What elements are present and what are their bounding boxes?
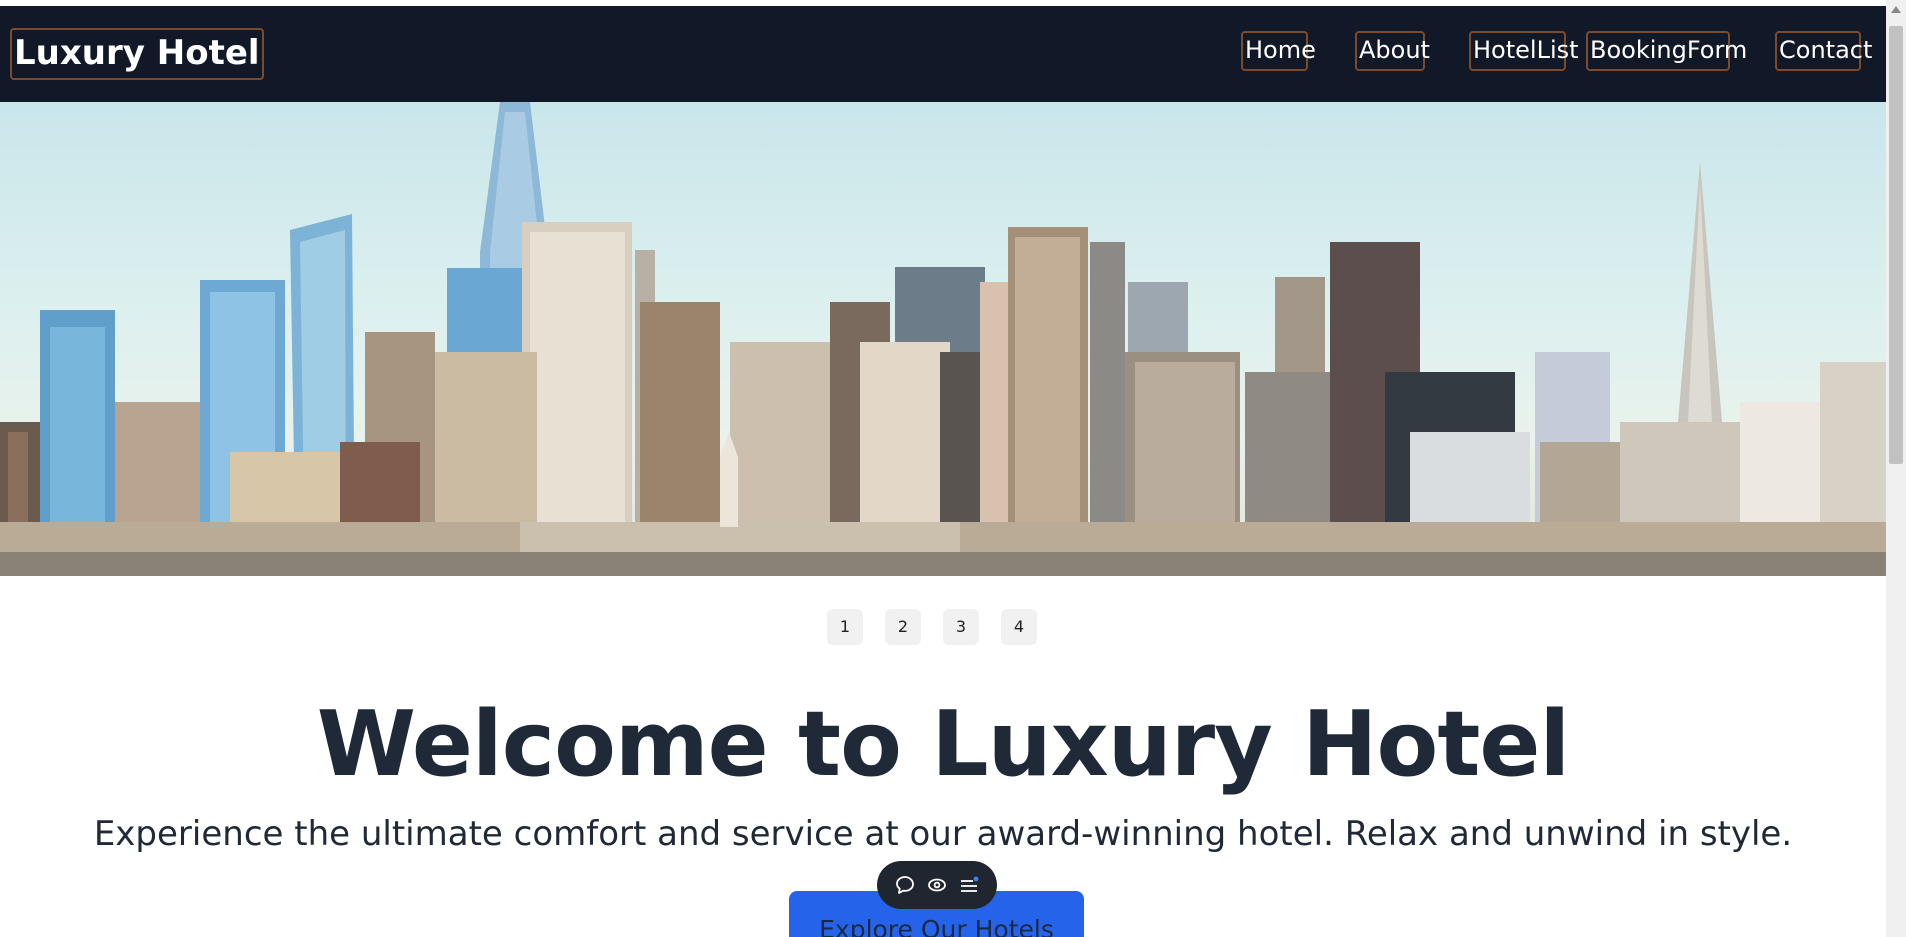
city-skyline-image xyxy=(0,102,1886,576)
floating-toolbar xyxy=(877,861,997,909)
eye-icon[interactable] xyxy=(926,874,948,896)
vertical-scrollbar[interactable] xyxy=(1886,0,1906,937)
chat-bubble-icon[interactable] xyxy=(894,874,916,896)
hero-carousel xyxy=(0,102,1886,576)
scrollbar-thumb[interactable] xyxy=(1889,26,1903,464)
carousel-slide-1-button[interactable]: 1 xyxy=(827,609,863,645)
page-subheadline: Experience the ultimate comfort and serv… xyxy=(93,814,1793,854)
nav-link-hotellist[interactable]: HotelList xyxy=(1469,31,1579,71)
carousel-indicators: 1 2 3 4 xyxy=(827,609,1037,645)
nav-link-bookingform[interactable]: BookingForm xyxy=(1586,31,1747,71)
menu-list-icon[interactable] xyxy=(958,874,980,896)
nav-link-about[interactable]: About xyxy=(1355,31,1430,71)
carousel-slide-4-button[interactable]: 4 xyxy=(1001,609,1037,645)
nav-link-contact[interactable]: Contact xyxy=(1775,31,1872,71)
scroll-up-arrow-icon[interactable] xyxy=(1891,6,1901,13)
page-headline: Welcome to Luxury Hotel xyxy=(316,692,1570,797)
page: Luxury Hotel Home About HotelList Bookin… xyxy=(0,0,1886,937)
nav-link-home[interactable]: Home xyxy=(1241,31,1316,71)
brand-logo-link[interactable]: Luxury Hotel xyxy=(10,28,264,80)
navbar: Luxury Hotel Home About HotelList Bookin… xyxy=(0,6,1886,102)
carousel-slide-2-button[interactable]: 2 xyxy=(885,609,921,645)
carousel-slide-3-button[interactable]: 3 xyxy=(943,609,979,645)
